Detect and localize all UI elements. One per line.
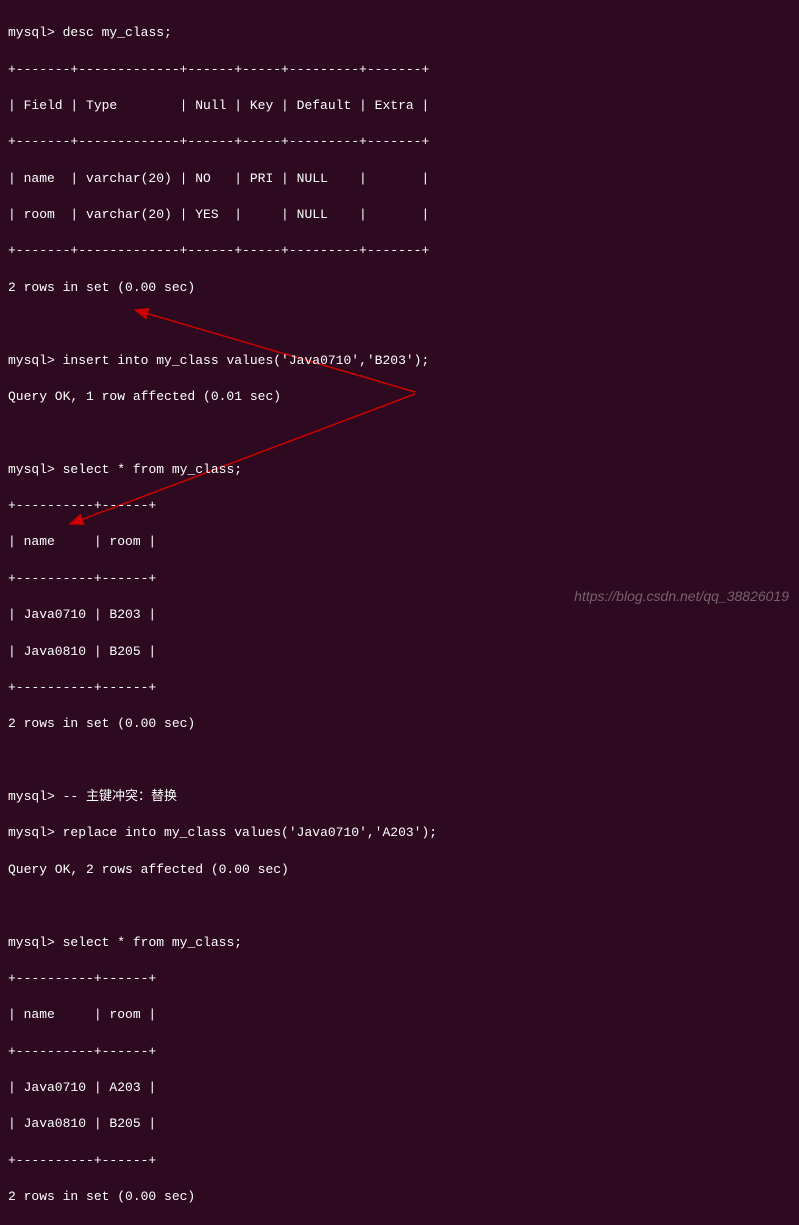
cmd-line: mysql> select * from my_class; — [8, 461, 791, 479]
command-select: select * from my_class; — [63, 462, 242, 477]
prompt: mysql> — [8, 25, 55, 40]
result-footer: 2 rows in set (0.00 sec) — [8, 715, 791, 733]
table-row: | Java0810 | B205 | — [8, 643, 791, 661]
command-replace: replace into my_class values('Java0710',… — [63, 825, 437, 840]
prompt: mysql> — [8, 462, 55, 477]
prompt: mysql> — [8, 825, 55, 840]
table-header: | Field | Type | Null | Key | Default | … — [8, 97, 791, 115]
cmd-line: mysql> replace into my_class values('Jav… — [8, 824, 791, 842]
table-row: | name | varchar(20) | NO | PRI | NULL |… — [8, 170, 791, 188]
cmd-line: mysql> select * from my_class; — [8, 934, 791, 952]
command-comment: -- 主键冲突：替换 — [63, 789, 177, 804]
cmd-line: mysql> insert into my_class values('Java… — [8, 352, 791, 370]
result-footer: 2 rows in set (0.00 sec) — [8, 1188, 791, 1206]
table-border: +-------+-------------+------+-----+----… — [8, 242, 791, 260]
table-border: +----------+------+ — [8, 497, 791, 515]
table-border: +----------+------+ — [8, 970, 791, 988]
table-border: +-------+-------------+------+-----+----… — [8, 61, 791, 79]
table-row: | Java0810 | B205 | — [8, 1115, 791, 1133]
blank-line — [8, 752, 791, 770]
result-footer: 2 rows in set (0.00 sec) — [8, 279, 791, 297]
table-border: +----------+------+ — [8, 570, 791, 588]
terminal-output: mysql> desc my_class; +-------+---------… — [8, 6, 791, 1225]
watermark-text: https://blog.csdn.net/qq_38826019 — [574, 587, 789, 607]
table-border: +----------+------+ — [8, 1043, 791, 1061]
blank-line — [8, 897, 791, 915]
prompt: mysql> — [8, 935, 55, 950]
cmd-line: mysql> -- 主键冲突：替换 — [8, 788, 791, 806]
command-desc: desc my_class; — [63, 25, 172, 40]
prompt: mysql> — [8, 789, 55, 804]
command-insert: insert into my_class values('Java0710','… — [63, 353, 430, 368]
table-row: | Java0710 | A203 | — [8, 1079, 791, 1097]
table-border: +-------+-------------+------+-----+----… — [8, 133, 791, 151]
command-select: select * from my_class; — [63, 935, 242, 950]
table-row: | room | varchar(20) | YES | | NULL | | — [8, 206, 791, 224]
table-header: | name | room | — [8, 533, 791, 551]
blank-line — [8, 424, 791, 442]
query-result: Query OK, 1 row affected (0.01 sec) — [8, 388, 791, 406]
prompt: mysql> — [8, 353, 55, 368]
table-header: | name | room | — [8, 1006, 791, 1024]
cmd-line: mysql> desc my_class; — [8, 24, 791, 42]
query-result: Query OK, 2 rows affected (0.00 sec) — [8, 861, 791, 879]
blank-line — [8, 315, 791, 333]
table-row: | Java0710 | B203 | — [8, 606, 791, 624]
table-border: +----------+------+ — [8, 679, 791, 697]
table-border: +----------+------+ — [8, 1152, 791, 1170]
